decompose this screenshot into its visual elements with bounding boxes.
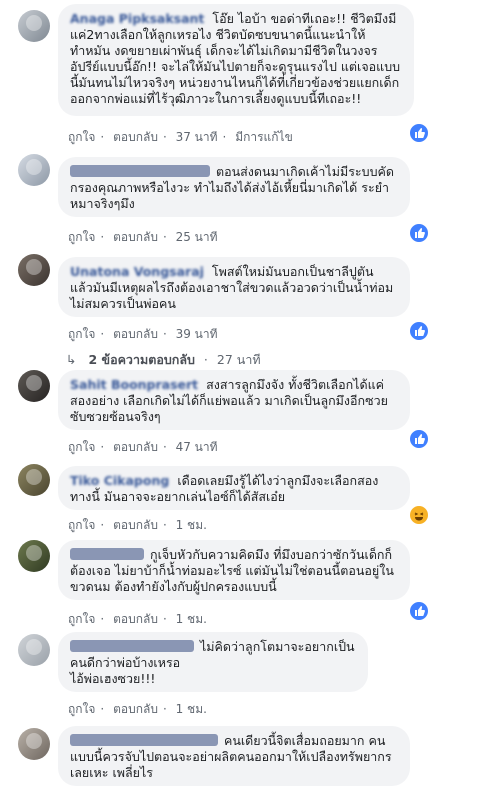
- comment-bubble: ไม่คิดว่าลูกโตมาจะอยากเป็นคนดีกว่าพ่อบ้า…: [58, 632, 368, 692]
- comment-actions: ถูกใจ · ตอบกลับ · 1 ชม.: [68, 518, 207, 532]
- comment-bubble: Anaga Pipksaksant โอ๊ย ไอบ้า ขอด่าทีเถอะ…: [58, 4, 414, 116]
- like-link[interactable]: ถูกใจ: [68, 702, 95, 716]
- like-reaction-icon[interactable]: [408, 320, 430, 342]
- reply-link[interactable]: ตอบกลับ: [113, 230, 158, 244]
- timestamp[interactable]: 47 นาที: [176, 440, 218, 454]
- commenter-name[interactable]: Sahit Boonprasert: [70, 377, 198, 392]
- comment-bubble: คนเดียวนี้จิตเสื่อมถอยมาก คนแบบนี้ควรจับ…: [58, 726, 410, 786]
- redacted-name: [70, 548, 144, 560]
- like-link[interactable]: ถูกใจ: [68, 230, 95, 244]
- comment-bubble: กูเจ็บหัวกับความคิดมึง ที่มึงบอกว่าซักวั…: [58, 540, 410, 600]
- haha-reaction-icon[interactable]: [408, 504, 430, 526]
- commenter-name[interactable]: Unatona Vongsaraj: [70, 264, 204, 279]
- comment-actions: ถูกใจ · ตอบกลับ · 47 นาที: [68, 440, 218, 454]
- like-link[interactable]: ถูกใจ: [68, 130, 95, 144]
- like-link[interactable]: ถูกใจ: [68, 518, 95, 532]
- timestamp[interactable]: 39 นาที: [176, 327, 218, 341]
- timestamp[interactable]: 37 นาที: [176, 130, 218, 144]
- avatar[interactable]: [18, 370, 50, 402]
- reply-link[interactable]: ตอบกลับ: [113, 518, 158, 532]
- commenter-name[interactable]: Tiko Cikapong: [70, 473, 169, 488]
- avatar[interactable]: [18, 728, 50, 760]
- like-reaction-icon[interactable]: [408, 428, 430, 450]
- comment-actions: ถูกใจ · ตอบกลับ · 1 ชม.: [68, 702, 207, 716]
- like-link[interactable]: ถูกใจ: [68, 612, 95, 626]
- comment-bubble: Sahit Boonprasert สงสารลูกมึงจัง ทั้งชีว…: [58, 370, 410, 430]
- comment-bubble: Tiko Cikapong เดือดเลยมึงรู้ได้ไงว่าลูกม…: [58, 466, 410, 510]
- view-replies-link[interactable]: ↳ 2 ข้อความตอบกลับ · 27 นาที: [66, 350, 261, 370]
- like-reaction-icon[interactable]: [408, 222, 430, 244]
- redacted-name: [70, 734, 218, 746]
- redacted-name: [70, 165, 210, 177]
- timestamp[interactable]: 1 ชม.: [176, 518, 207, 532]
- like-reaction-icon[interactable]: [408, 122, 430, 144]
- reply-link[interactable]: ตอบกลับ: [113, 130, 158, 144]
- comment-actions: ถูกใจ · ตอบกลับ · 25 นาที: [68, 230, 218, 244]
- comment-bubble: ตอนส่งดนมาเกิดเค้าไม่มีระบบคัดกรองคุณภาพ…: [58, 157, 410, 217]
- replies-count[interactable]: 2 ข้อความตอบกลับ: [88, 352, 194, 367]
- commenter-name[interactable]: Anaga Pipksaksant: [70, 11, 204, 26]
- reply-link[interactable]: ตอบกลับ: [113, 440, 158, 454]
- like-link[interactable]: ถูกใจ: [68, 327, 95, 341]
- replies-time: 27 นาที: [216, 352, 261, 367]
- reply-link[interactable]: ตอบกลับ: [113, 702, 158, 716]
- avatar[interactable]: [18, 464, 50, 496]
- timestamp[interactable]: 1 ชม.: [176, 702, 207, 716]
- avatar[interactable]: [18, 254, 50, 286]
- comment-actions: ถูกใจ · ตอบกลับ · 1 ชม.: [68, 612, 207, 626]
- redacted-name: [70, 640, 194, 652]
- reply-link[interactable]: ตอบกลับ: [113, 327, 158, 341]
- like-link[interactable]: ถูกใจ: [68, 440, 95, 454]
- reply-link[interactable]: ตอบกลับ: [113, 612, 158, 626]
- avatar[interactable]: [18, 634, 50, 666]
- edited-label[interactable]: มีการแก้ไข: [235, 130, 293, 144]
- comment-actions: ถูกใจ · ตอบกลับ · 39 นาที: [68, 327, 218, 341]
- comment-actions: ถูกใจ · ตอบกลับ · 37 นาที · มีการแก้ไข: [68, 130, 293, 144]
- avatar[interactable]: [18, 540, 50, 572]
- like-reaction-icon[interactable]: [408, 600, 430, 622]
- timestamp[interactable]: 1 ชม.: [176, 612, 207, 626]
- comment-bubble: Unatona Vongsaraj โพสต์ใหม่มันบอกเป็นชาล…: [58, 257, 410, 317]
- avatar[interactable]: [18, 10, 50, 42]
- avatar[interactable]: [18, 154, 50, 186]
- timestamp[interactable]: 25 นาที: [176, 230, 218, 244]
- reply-arrow-icon: ↳: [66, 352, 77, 367]
